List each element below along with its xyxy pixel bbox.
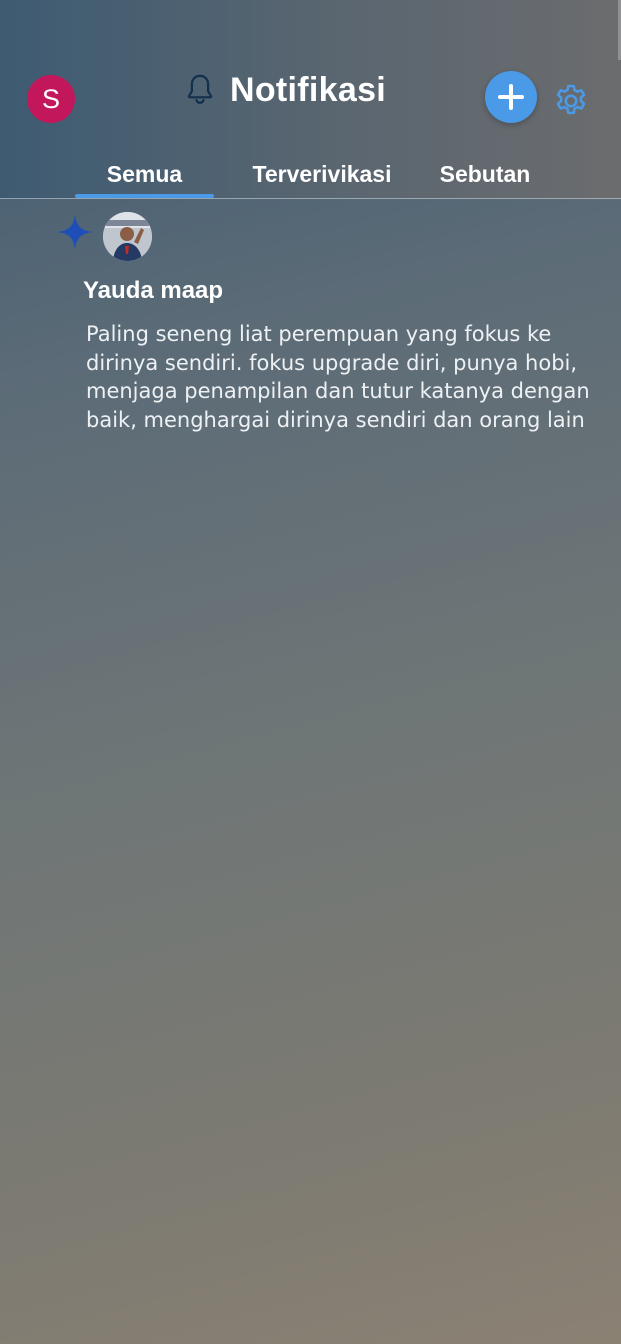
compose-button[interactable] — [485, 71, 537, 123]
bell-icon — [187, 74, 213, 104]
tab-bar: Semua Terverivikasi Sebutan — [0, 150, 621, 198]
title-group: Notifikasi — [184, 66, 386, 114]
profile-initial: S — [41, 83, 60, 114]
sparkle-icon — [57, 214, 93, 250]
gear-icon[interactable] — [552, 82, 590, 120]
plus-icon — [498, 84, 524, 110]
tab-semua[interactable]: Semua — [75, 150, 214, 198]
user-avatar[interactable] — [103, 212, 152, 261]
tab-terverivikasi[interactable]: Terverivikasi — [240, 150, 404, 198]
notification-user-name[interactable]: Yauda maap — [83, 277, 223, 305]
top-bar: S Notifikasi Semua Terverivikasi Sebutan — [0, 0, 621, 199]
tab-label: Sebutan — [439, 161, 531, 187]
tab-label: Terverivikasi — [252, 161, 392, 187]
avatar-photo — [103, 212, 152, 261]
notification-text: Paling seneng liat perempuan yang fokus … — [86, 322, 590, 432]
page-title: Notifikasi — [230, 70, 387, 109]
tab-sebutan[interactable]: Sebutan — [426, 150, 544, 198]
profile-avatar[interactable]: S — [27, 75, 75, 123]
tab-label: Semua — [106, 161, 183, 187]
